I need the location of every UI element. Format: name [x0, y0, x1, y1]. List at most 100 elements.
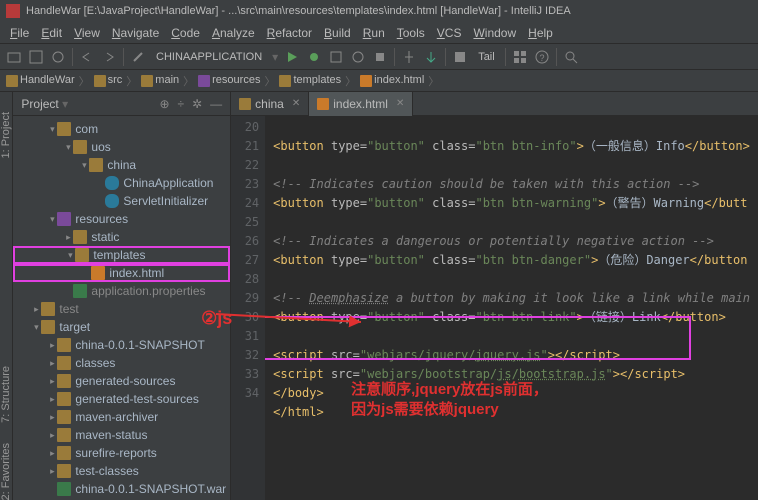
menu-bar[interactable]: FileEditViewNavigateCodeAnalyzeRefactorB…	[0, 22, 758, 44]
tree-row[interactable]: ▸classes	[13, 354, 230, 372]
expand-arrow-icon[interactable]: ▸	[63, 232, 73, 243]
update-icon[interactable]	[423, 49, 439, 65]
app-icon	[6, 4, 20, 18]
tree-row[interactable]: china-0.0.1-SNAPSHOT.war	[13, 480, 230, 498]
collapse-icon[interactable]: ÷	[178, 97, 185, 111]
grid-icon[interactable]	[512, 49, 528, 65]
breadcrumb-item[interactable]: resources	[198, 74, 260, 86]
tree-row[interactable]: ChinaApplication	[13, 174, 230, 192]
tree-row[interactable]: ▸ generated-test-sources	[13, 390, 230, 408]
expand-arrow-icon[interactable]: ▸	[47, 448, 57, 459]
close-tab-icon[interactable]: ✕	[292, 98, 300, 109]
expand-arrow-icon[interactable]: ▾	[79, 160, 89, 171]
editor: china✕index.html✕ 20 21 22 23 24 25 26 2…	[231, 92, 758, 500]
debug-icon[interactable]	[306, 49, 322, 65]
expand-arrow-icon[interactable]: ▾	[65, 250, 75, 261]
tool-bar: CHINAAPPLICATION ▾ Tail ?	[0, 44, 758, 70]
hammer-icon[interactable]	[130, 49, 146, 65]
tree-row[interactable]: ▾templates	[13, 246, 230, 264]
run-icon[interactable]	[284, 49, 300, 65]
tree-row[interactable]: ▸surefire-reports	[13, 444, 230, 462]
expand-arrow-icon[interactable]: ▾	[63, 142, 73, 153]
gear-icon[interactable]: ✲	[192, 97, 202, 111]
breadcrumb-item[interactable]: src	[94, 74, 123, 86]
expand-arrow-icon[interactable]: ▸	[47, 412, 57, 423]
editor-tab[interactable]: china✕	[231, 92, 309, 116]
tree-row[interactable]: ▸generated-sources	[13, 372, 230, 390]
stop-icon[interactable]	[372, 49, 388, 65]
save-icon[interactable]	[28, 49, 44, 65]
project-tree[interactable]: ▾com▾uos▾chinaChinaApplicationServletIni…	[13, 116, 230, 500]
close-tab-icon[interactable]: ✕	[396, 98, 404, 109]
search-icon[interactable]	[563, 49, 579, 65]
stripe-structure[interactable]: 7: Structure	[0, 366, 12, 423]
tree-row[interactable]: ▾china	[13, 156, 230, 174]
refresh-icon[interactable]	[50, 49, 66, 65]
breadcrumb-item[interactable]: HandleWar	[6, 74, 75, 86]
tree-row[interactable]: ▸china-0.0.1-SNAPSHOT	[13, 336, 230, 354]
breadcrumb-item[interactable]: index.html	[360, 74, 424, 86]
undo-icon[interactable]	[79, 49, 95, 65]
menu-window[interactable]: Window	[467, 26, 522, 40]
stripe-favorites[interactable]: 2: Favorites	[0, 443, 12, 500]
tree-label: application.properties	[91, 284, 205, 298]
code-content[interactable]: <button type="button" class="btn btn-inf…	[265, 116, 758, 500]
tree-row[interactable]: ▾com	[13, 120, 230, 138]
stripe-project[interactable]: 1: Project	[0, 112, 12, 158]
help-icon[interactable]: ?	[534, 49, 550, 65]
locate-icon[interactable]: ⊕	[159, 97, 169, 111]
tail-icon[interactable]	[452, 49, 468, 65]
tree-row[interactable]: ▸test	[13, 300, 230, 318]
expand-arrow-icon[interactable]: ▸	[47, 430, 57, 441]
breadcrumb-item[interactable]: main	[141, 74, 179, 86]
menu-file[interactable]: File	[4, 26, 35, 40]
tree-row[interactable]: application.properties	[13, 282, 230, 300]
profile-icon[interactable]	[350, 49, 366, 65]
menu-navigate[interactable]: Navigate	[106, 26, 165, 40]
tree-row[interactable]: ▾resources	[13, 210, 230, 228]
menu-refactor[interactable]: Refactor	[261, 26, 318, 40]
editor-tab[interactable]: index.html✕	[309, 92, 413, 116]
folder-icon	[57, 122, 71, 136]
redo-icon[interactable]	[101, 49, 117, 65]
title-bar: HandleWar [E:\JavaProject\HandleWar] - .…	[0, 0, 758, 22]
tree-row[interactable]: ▸maven-archiver	[13, 408, 230, 426]
code-area[interactable]: 20 21 22 23 24 25 26 27 28 29 30 31 32 3…	[231, 116, 758, 500]
file-icon	[239, 98, 251, 110]
tree-row[interactable]: ▸test-classes	[13, 462, 230, 480]
menu-vcs[interactable]: VCS	[431, 26, 468, 40]
expand-arrow-icon[interactable]: ▾	[31, 322, 41, 333]
tree-row[interactable]: ▸static	[13, 228, 230, 246]
menu-edit[interactable]: Edit	[35, 26, 68, 40]
folder-icon	[57, 446, 71, 460]
vcs-icon[interactable]	[401, 49, 417, 65]
expand-arrow-icon[interactable]: ▸	[47, 376, 57, 387]
tree-row[interactable]: ServletInitializer	[13, 192, 230, 210]
expand-arrow-icon[interactable]: ▾	[47, 214, 57, 225]
menu-help[interactable]: Help	[522, 26, 559, 40]
run-config-select[interactable]: CHINAAPPLICATION	[152, 51, 266, 63]
menu-tools[interactable]: Tools	[391, 26, 431, 40]
expand-arrow-icon[interactable]: ▸	[47, 340, 57, 351]
menu-run[interactable]: Run	[357, 26, 391, 40]
coverage-icon[interactable]	[328, 49, 344, 65]
open-icon[interactable]	[6, 49, 22, 65]
tree-row[interactable]: ▾target	[13, 318, 230, 336]
tree-label: generated-test-sources	[75, 392, 198, 406]
tree-label: maven-status	[75, 428, 147, 442]
tree-row[interactable]: ▸ maven-status	[13, 426, 230, 444]
menu-code[interactable]: Code	[165, 26, 206, 40]
expand-arrow-icon[interactable]: ▸	[47, 358, 57, 369]
expand-arrow-icon[interactable]: ▾	[47, 124, 57, 135]
menu-build[interactable]: Build	[318, 26, 357, 40]
tree-row[interactable]: index.html	[13, 264, 230, 282]
menu-analyze[interactable]: Analyze	[206, 26, 261, 40]
tail-label[interactable]: Tail	[474, 51, 499, 63]
expand-arrow-icon[interactable]: ▸	[47, 466, 57, 477]
breadcrumb-item[interactable]: templates	[279, 74, 341, 86]
menu-view[interactable]: View	[68, 26, 106, 40]
expand-arrow-icon[interactable]: ▸	[47, 394, 57, 405]
expand-arrow-icon[interactable]: ▸	[31, 304, 41, 315]
tree-row[interactable]: ▾uos	[13, 138, 230, 156]
hide-icon[interactable]: —	[210, 97, 222, 111]
